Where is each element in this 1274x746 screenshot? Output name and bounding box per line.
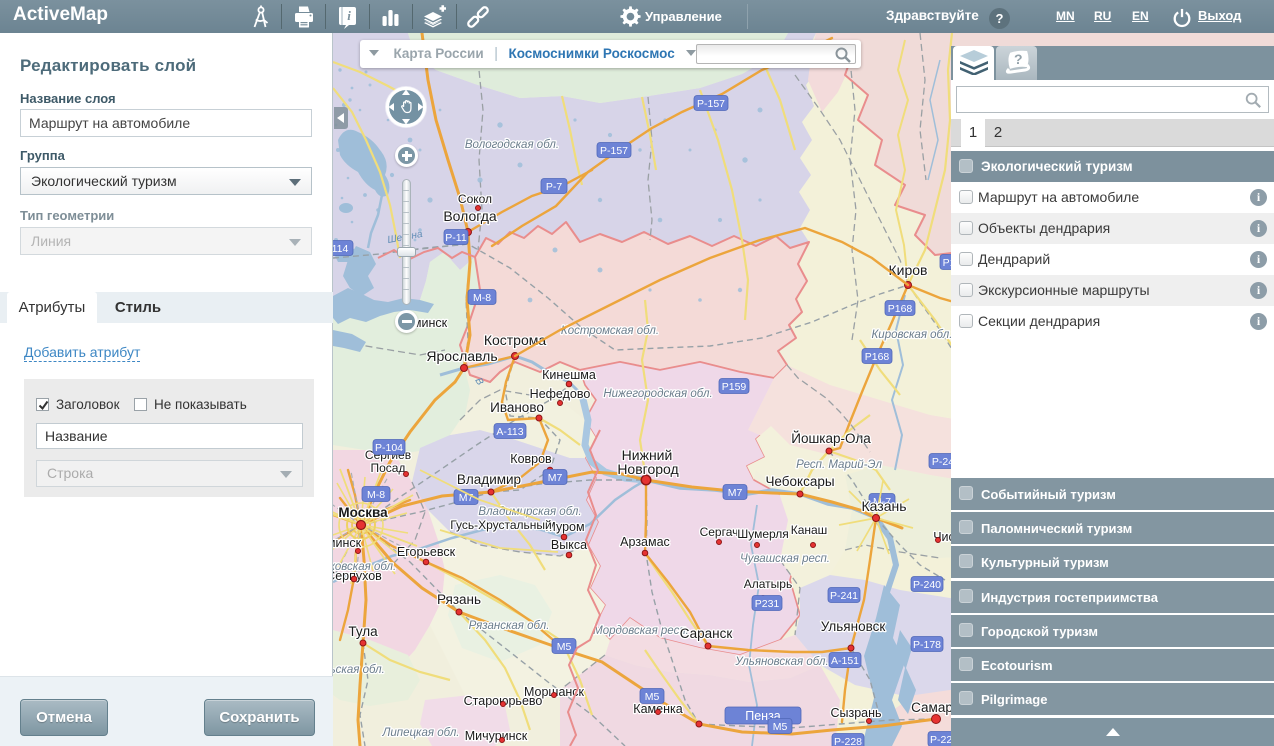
svg-text:Р159: Р159 xyxy=(722,381,747,393)
svg-text:Чувашская респ.: Чувашская респ. xyxy=(740,553,830,565)
svg-text:М5: М5 xyxy=(773,721,788,733)
svg-text:А-151: А-151 xyxy=(831,655,859,667)
svg-text:Серпухов: Серпухов xyxy=(333,569,382,583)
svg-text:Гусь-Хрустальный: Гусь-Хрустальный xyxy=(450,518,551,532)
svg-text:М-8: М-8 xyxy=(367,489,385,501)
svg-text:114: 114 xyxy=(333,243,349,255)
svg-text:Кинешма: Кинешма xyxy=(542,368,596,382)
svg-text:Тула: Тула xyxy=(348,624,378,639)
svg-text:Сергач: Сергач xyxy=(700,525,739,539)
svg-text:минск: минск xyxy=(413,316,448,330)
svg-text:Чебоксары: Чебоксары xyxy=(765,474,834,489)
svg-text:Р-240: Р-240 xyxy=(913,579,941,591)
svg-text:Йошкар-Ола: Йошкар-Ола xyxy=(791,431,871,446)
svg-text:М7: М7 xyxy=(548,472,563,484)
svg-text:Р168: Р168 xyxy=(888,303,913,315)
svg-text:Р-157: Р-157 xyxy=(600,145,628,157)
svg-text:Рязанская обл.: Рязанская обл. xyxy=(469,620,550,632)
svg-text:минск: минск xyxy=(333,536,362,550)
svg-text:М7: М7 xyxy=(728,487,743,499)
svg-text:Нефедово: Нефедово xyxy=(530,387,591,401)
svg-text:Р168: Р168 xyxy=(865,351,890,363)
svg-text:Новгород: Новгород xyxy=(617,461,678,477)
svg-text:Кострома: Кострома xyxy=(484,332,547,348)
svg-text:Р-104: Р-104 xyxy=(375,442,403,454)
svg-text:Р-11: Р-11 xyxy=(445,232,467,244)
svg-text:Самар: Самар xyxy=(911,700,953,715)
svg-text:Нижегородская обл.: Нижегородская обл. xyxy=(603,388,712,400)
svg-text:Ульяновск: Ульяновск xyxy=(821,619,886,634)
svg-text:Рязань: Рязань xyxy=(437,592,481,607)
svg-text:М5: М5 xyxy=(645,691,660,703)
svg-text:Шумерля: Шумерля xyxy=(737,527,789,541)
svg-text:Сокол: Сокол xyxy=(458,192,492,206)
svg-text:Р-7: Р-7 xyxy=(546,181,563,193)
svg-text:Мордовская респ.: Мордовская респ. xyxy=(593,625,689,637)
svg-text:Костромская обл.: Костромская обл. xyxy=(561,325,659,337)
svg-text:М-8: М-8 xyxy=(473,292,491,304)
svg-text:Ульяновская обл.: Ульяновская обл. xyxy=(734,656,828,668)
svg-text:Кировская обл.: Кировская обл. xyxy=(872,329,953,341)
svg-text:Ярославль: Ярославль xyxy=(426,348,497,364)
svg-text:льская обл.: льская обл. xyxy=(333,664,385,676)
svg-text:Вологодская обл.: Вологодская обл. xyxy=(465,139,559,151)
svg-text:Вологда: Вологда xyxy=(443,208,497,224)
svg-text:Егорьевск: Егорьевск xyxy=(397,545,456,559)
svg-text:Арзамас: Арзамас xyxy=(620,535,670,549)
svg-text:Владимир: Владимир xyxy=(457,472,521,487)
svg-text:Саранск: Саранск xyxy=(680,626,733,641)
svg-text:Москва: Москва xyxy=(338,505,388,520)
svg-text:М5: М5 xyxy=(557,641,572,653)
svg-text:Ковров: Ковров xyxy=(510,452,552,466)
svg-text:Липецкая обл.: Липецкая обл. xyxy=(381,727,459,739)
svg-text:Р-178: Р-178 xyxy=(913,639,941,651)
svg-text:i: i xyxy=(347,8,351,23)
svg-text:Выкса: Выкса xyxy=(551,538,587,552)
svg-text:Р-157: Р-157 xyxy=(697,98,725,110)
svg-text:Сызрань: Сызрань xyxy=(830,706,881,720)
svg-text:Посад: Посад xyxy=(371,461,406,475)
svg-text:?: ? xyxy=(1014,51,1023,67)
svg-text:Р-228: Р-228 xyxy=(834,736,862,746)
svg-text:Алатырь: Алатырь xyxy=(744,577,792,591)
svg-text:Канаш: Канаш xyxy=(791,523,828,537)
svg-text:Р-241: Р-241 xyxy=(830,590,858,602)
svg-text:Иваново: Иваново xyxy=(490,400,544,415)
svg-text:Казань: Казань xyxy=(861,498,906,514)
svg-text:Мичуринск: Мичуринск xyxy=(465,729,528,743)
svg-text:Р231: Р231 xyxy=(755,598,780,610)
svg-text:А-113: А-113 xyxy=(496,426,523,438)
svg-text:Респ. Марий-Эл: Респ. Марий-Эл xyxy=(796,459,882,471)
